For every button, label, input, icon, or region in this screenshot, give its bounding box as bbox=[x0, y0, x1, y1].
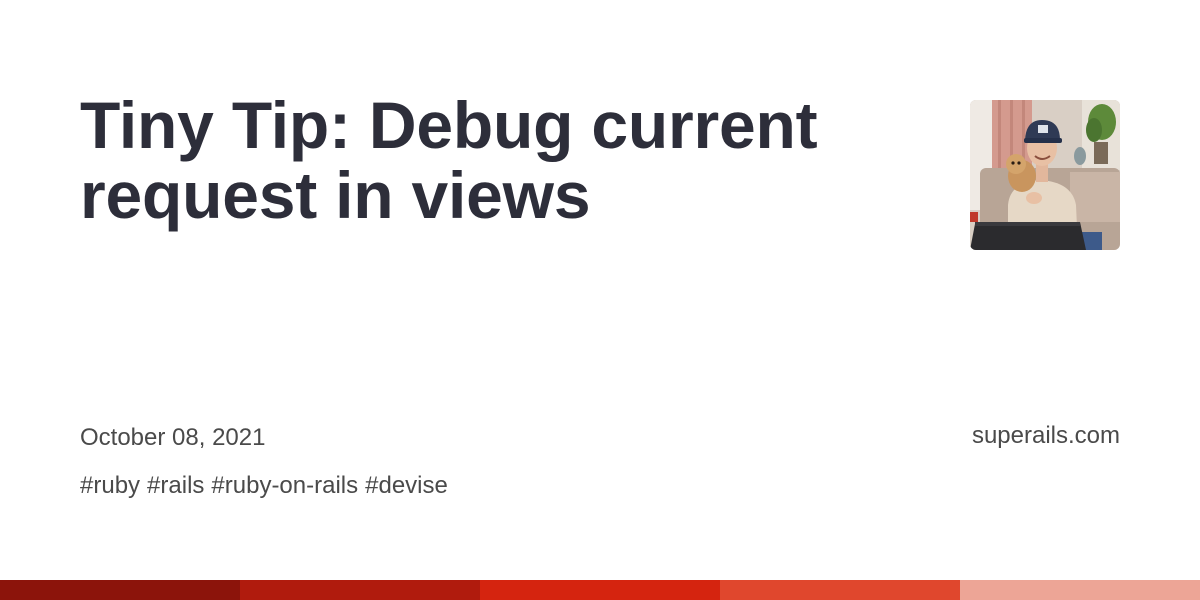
tag-list: #ruby #rails #ruby-on-rails #devise bbox=[80, 472, 448, 500]
stripe-segment-5 bbox=[960, 580, 1200, 600]
stripe-segment-1 bbox=[0, 580, 240, 600]
stripe-segment-4 bbox=[720, 580, 960, 600]
stripe-segment-2 bbox=[240, 580, 480, 600]
color-stripe bbox=[0, 580, 1200, 600]
tag-rails: #rails bbox=[147, 472, 205, 499]
tag-devise: #devise bbox=[365, 472, 448, 499]
author-photo-illustration bbox=[970, 100, 1120, 250]
site-domain: superails.com bbox=[971, 422, 1120, 449]
post-title: Tiny Tip: Debug current request in views bbox=[80, 88, 818, 232]
post-date: October 08, 2021 bbox=[80, 424, 266, 451]
author-avatar bbox=[970, 100, 1120, 250]
tag-ruby: #ruby bbox=[80, 472, 141, 499]
tag-ruby-on-rails: #ruby-on-rails bbox=[211, 472, 359, 499]
stripe-segment-3 bbox=[480, 580, 720, 600]
